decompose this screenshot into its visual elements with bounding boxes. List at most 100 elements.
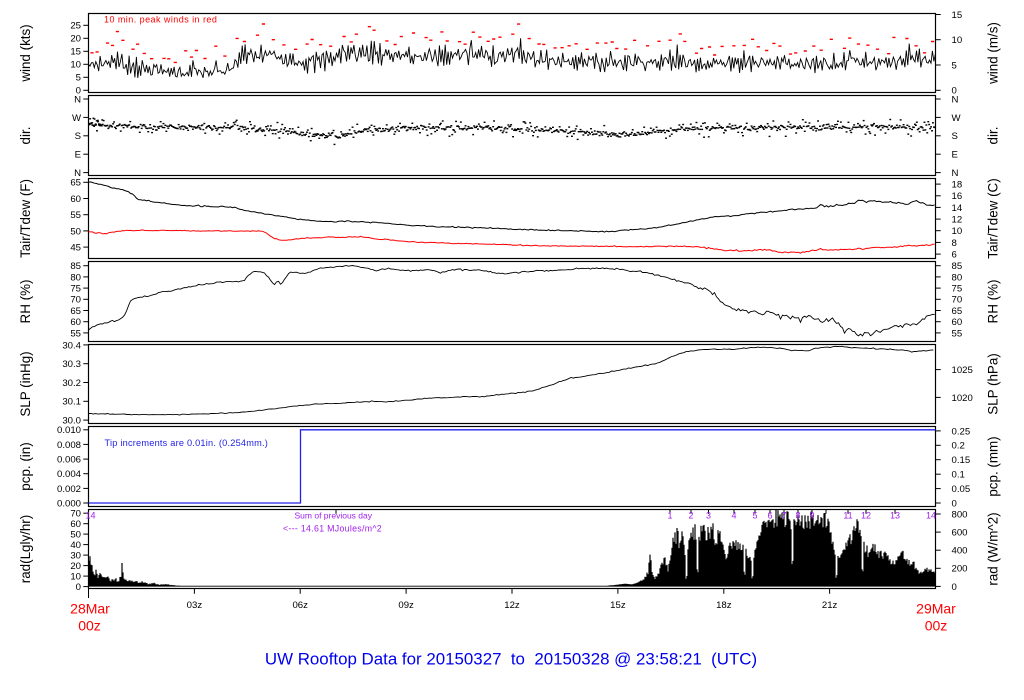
svg-text:50: 50 bbox=[70, 226, 81, 237]
svg-text:<--- 14.61 MJoules/m^2: <--- 14.61 MJoules/m^2 bbox=[283, 524, 382, 534]
svg-text:Tip increments are 0.01in. (0.: Tip increments are 0.01in. (0.254mm.) bbox=[105, 438, 269, 448]
svg-text:10 min. peak winds in red: 10 min. peak winds in red bbox=[104, 15, 217, 25]
svg-text:75: 75 bbox=[952, 284, 963, 295]
svg-text:0: 0 bbox=[952, 498, 957, 509]
svg-text:0: 0 bbox=[76, 582, 81, 593]
svg-text:1: 1 bbox=[667, 511, 672, 521]
svg-text:0.008: 0.008 bbox=[57, 440, 81, 451]
svg-text:03z: 03z bbox=[187, 600, 203, 611]
svg-text:10: 10 bbox=[70, 572, 81, 583]
svg-text:15: 15 bbox=[70, 47, 81, 58]
svg-text:11: 11 bbox=[843, 511, 852, 521]
svg-text:20: 20 bbox=[70, 561, 81, 572]
svg-text:dir.: dir. bbox=[18, 127, 33, 145]
svg-text:400: 400 bbox=[952, 546, 968, 557]
svg-text:0.002: 0.002 bbox=[57, 484, 81, 495]
svg-text:70: 70 bbox=[70, 295, 81, 306]
svg-text:UW Rooftop Data for 20150327: UW Rooftop Data for 20150327 to 20150328… bbox=[265, 650, 757, 669]
svg-text:pcp. (in): pcp. (in) bbox=[18, 442, 33, 490]
svg-text:14: 14 bbox=[952, 203, 963, 214]
svg-text:60: 60 bbox=[70, 317, 81, 328]
svg-text:0.1: 0.1 bbox=[952, 470, 965, 481]
svg-text:pcp. (mm): pcp. (mm) bbox=[986, 436, 1001, 496]
svg-text:30.2: 30.2 bbox=[62, 378, 81, 389]
svg-text:6: 6 bbox=[952, 250, 957, 261]
svg-text:Tair/Tdew (F): Tair/Tdew (F) bbox=[18, 179, 33, 258]
svg-text:55: 55 bbox=[70, 210, 81, 221]
svg-text:Sum of previous day: Sum of previous day bbox=[295, 511, 373, 521]
svg-text:85: 85 bbox=[70, 261, 81, 272]
svg-text:wind (m/s): wind (m/s) bbox=[986, 22, 1001, 85]
svg-text:30.1: 30.1 bbox=[62, 397, 81, 408]
svg-text:50: 50 bbox=[70, 530, 81, 541]
svg-text:60: 60 bbox=[952, 317, 963, 328]
svg-text:7: 7 bbox=[781, 511, 786, 521]
svg-text:SLP (inHg): SLP (inHg) bbox=[18, 351, 33, 416]
svg-text:12: 12 bbox=[952, 215, 963, 226]
svg-text:00z: 00z bbox=[925, 618, 948, 634]
svg-text:N: N bbox=[952, 168, 959, 179]
svg-text:dir.: dir. bbox=[986, 127, 1001, 145]
svg-text:65: 65 bbox=[70, 306, 81, 317]
svg-text:15z: 15z bbox=[610, 600, 626, 611]
svg-text:25: 25 bbox=[70, 21, 81, 32]
svg-text:rad(Lgly/hr): rad(Lgly/hr) bbox=[18, 515, 33, 583]
svg-text:4: 4 bbox=[731, 511, 736, 521]
svg-text:70: 70 bbox=[952, 295, 963, 306]
svg-text:09z: 09z bbox=[398, 600, 414, 611]
svg-text:18: 18 bbox=[952, 180, 963, 191]
svg-text:Tair/Tdew (C): Tair/Tdew (C) bbox=[986, 178, 1001, 258]
svg-text:60: 60 bbox=[70, 194, 81, 205]
svg-text:40: 40 bbox=[70, 540, 81, 551]
svg-text:rad (W/m^2): rad (W/m^2) bbox=[986, 512, 1001, 585]
svg-text:80: 80 bbox=[952, 272, 963, 283]
svg-text:RH (%): RH (%) bbox=[18, 280, 33, 324]
svg-text:10: 10 bbox=[70, 60, 81, 71]
svg-text:60: 60 bbox=[70, 519, 81, 530]
svg-text:5: 5 bbox=[752, 511, 757, 521]
svg-text:16: 16 bbox=[952, 191, 963, 202]
svg-text:wind (kts): wind (kts) bbox=[18, 24, 33, 82]
svg-text:200: 200 bbox=[952, 564, 968, 575]
svg-text:10: 10 bbox=[952, 35, 963, 46]
svg-text:5: 5 bbox=[952, 60, 957, 71]
svg-text:E: E bbox=[75, 150, 81, 161]
svg-text:20: 20 bbox=[70, 34, 81, 45]
svg-text:06z: 06z bbox=[292, 600, 308, 611]
svg-text:65: 65 bbox=[70, 178, 81, 189]
svg-text:W: W bbox=[952, 113, 962, 124]
svg-text:0.25: 0.25 bbox=[952, 426, 971, 437]
svg-text:8: 8 bbox=[795, 511, 800, 521]
svg-text:8: 8 bbox=[952, 238, 957, 249]
svg-text:0.006: 0.006 bbox=[57, 455, 81, 466]
svg-text:1025: 1025 bbox=[952, 365, 973, 376]
svg-text:30: 30 bbox=[70, 551, 81, 562]
svg-text:21z: 21z bbox=[822, 600, 838, 611]
svg-text:28Mar: 28Mar bbox=[70, 601, 110, 617]
svg-text:0.004: 0.004 bbox=[57, 469, 82, 480]
svg-text:N: N bbox=[952, 94, 959, 105]
svg-text:12z: 12z bbox=[504, 600, 520, 611]
svg-text:18z: 18z bbox=[716, 600, 732, 611]
svg-text:SLP (hPa): SLP (hPa) bbox=[986, 353, 1001, 415]
svg-text:1020: 1020 bbox=[952, 393, 973, 404]
svg-text:85: 85 bbox=[952, 261, 963, 272]
svg-text:600: 600 bbox=[952, 528, 968, 539]
svg-text:RH (%): RH (%) bbox=[986, 280, 1001, 324]
svg-text:14: 14 bbox=[926, 511, 936, 521]
svg-text:45: 45 bbox=[70, 243, 81, 254]
svg-text:5: 5 bbox=[76, 73, 81, 84]
svg-text:0.010: 0.010 bbox=[57, 425, 81, 436]
svg-text:800: 800 bbox=[952, 509, 968, 520]
svg-text:29Mar: 29Mar bbox=[916, 601, 956, 617]
svg-text:0: 0 bbox=[952, 582, 957, 593]
svg-text:0.15: 0.15 bbox=[952, 455, 971, 466]
svg-text:55: 55 bbox=[952, 328, 963, 339]
svg-text:3: 3 bbox=[706, 511, 711, 521]
svg-text:15: 15 bbox=[952, 10, 963, 21]
svg-text:30.3: 30.3 bbox=[62, 359, 81, 370]
svg-text:12: 12 bbox=[861, 511, 871, 521]
svg-text:14: 14 bbox=[85, 511, 95, 521]
svg-text:0.2: 0.2 bbox=[952, 441, 965, 452]
svg-text:10: 10 bbox=[952, 226, 963, 237]
